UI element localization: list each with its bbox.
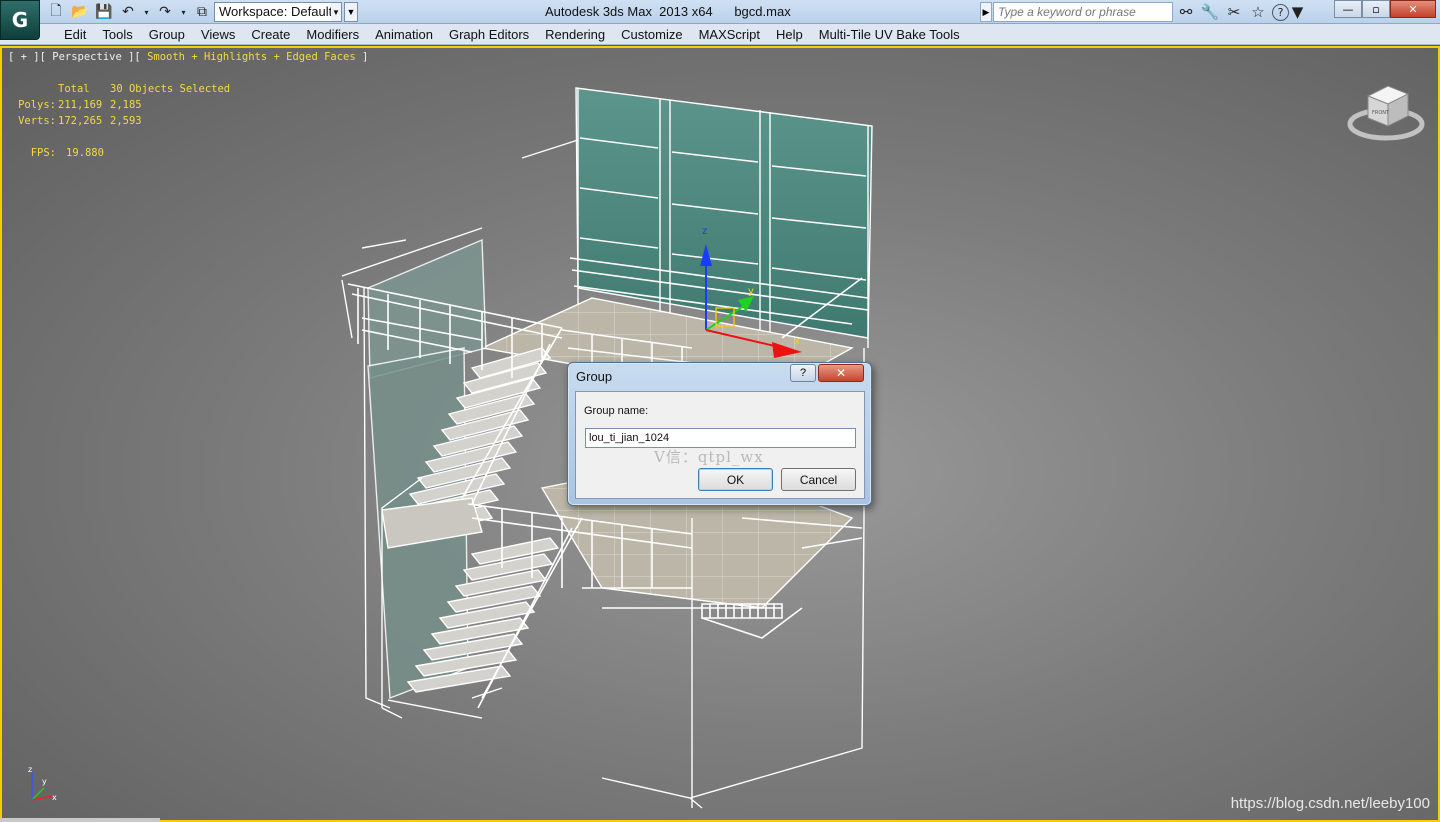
viewport-label-suffix: ] <box>355 51 369 63</box>
axis-z-label: z <box>28 765 32 774</box>
communication-icon[interactable]: ✂ <box>1224 2 1244 22</box>
dialog-help-button[interactable]: ? <box>790 364 816 382</box>
application-button[interactable]: G <box>0 0 40 40</box>
gizmo-z-label: z <box>702 226 707 237</box>
window-controls: — ▫ ✕ <box>1334 0 1436 18</box>
group-dialog: Group ? ✕ Group name: V信：qtpl_wx OK Canc… <box>567 362 872 506</box>
menu-animation[interactable]: Animation <box>367 27 441 42</box>
binoculars-icon[interactable]: ⚯ <box>1176 2 1196 22</box>
axis-tripod-icon: z y x <box>28 765 57 802</box>
dialog-body: Group name: V信：qtpl_wx OK Cancel <box>575 391 865 499</box>
title-bar: 🗋 📂 💾 ↶ ▾ ↷ ▾ ⧉ Workspace: Default ▼ ▼ A… <box>0 0 1440 24</box>
gizmo-x-label: x <box>794 336 800 347</box>
watermark-url: https://blog.csdn.net/leeby100 <box>1230 795 1430 812</box>
menu-views[interactable]: Views <box>193 27 243 42</box>
viewport-label-prefix[interactable]: [ + ][ Perspective ][ <box>8 51 147 63</box>
group-name-input[interactable] <box>585 428 856 448</box>
app-logo-icon: G <box>11 8 29 32</box>
stats-selected-header: 30 Objects Selected <box>110 83 231 95</box>
viewcube-face-label: FRONT <box>1372 110 1390 116</box>
stats-polys-total: 211,169 <box>58 99 103 111</box>
menu-rendering[interactable]: Rendering <box>537 27 613 42</box>
status-strip <box>0 818 160 822</box>
customize-qat-dropdown-icon[interactable]: ▼ <box>344 2 358 22</box>
menu-edit[interactable]: Edit <box>56 27 94 42</box>
gizmo-y-label: y <box>748 286 754 297</box>
favorites-icon[interactable]: ☆ <box>1248 2 1268 22</box>
quick-access-toolbar: 🗋 📂 💾 ↶ ▾ ↷ ▾ ⧉ <box>46 2 212 22</box>
dialog-title: Group <box>576 369 613 384</box>
search-expand-icon[interactable]: ▶ <box>980 2 992 22</box>
new-file-icon[interactable]: 🗋 <box>46 2 66 22</box>
undo-icon[interactable]: ↶ <box>118 2 138 22</box>
search-input[interactable]: Type a keyword or phrase <box>993 2 1173 22</box>
axis-y-label: y <box>42 777 47 786</box>
chevron-down-icon: ▼ <box>331 3 341 21</box>
close-button[interactable]: ✕ <box>1390 0 1436 18</box>
menu-graph-editors[interactable]: Graph Editors <box>441 27 537 42</box>
stats-fps-label: FPS: <box>30 147 56 159</box>
app-title: Autodesk 3ds Max 2013 x64 bgcd.max <box>545 4 791 19</box>
ok-button[interactable]: OK <box>698 468 773 491</box>
redo-dropdown-icon[interactable]: ▾ <box>179 2 188 22</box>
menu-customize[interactable]: Customize <box>613 27 690 42</box>
workspace-select[interactable]: Workspace: Default ▼ <box>214 2 342 22</box>
group-name-label: Group name: <box>584 405 649 417</box>
save-icon[interactable]: 💾 <box>94 2 114 22</box>
project-folder-icon[interactable]: ⧉ <box>192 2 212 22</box>
menu-modifiers[interactable]: Modifiers <box>298 27 367 42</box>
stats-total-header: Total <box>58 83 90 95</box>
minimize-button[interactable]: — <box>1334 0 1362 18</box>
stats-verts-total: 172,265 <box>58 115 103 127</box>
menu-maxscript[interactable]: MAXScript <box>691 27 768 42</box>
stats-polys-selected: 2,185 <box>110 99 142 111</box>
glass-wall <box>575 87 873 339</box>
menu-help[interactable]: Help <box>768 27 811 42</box>
viewport-statistics: Total 30 Objects Selected Polys: 211,169 2,… <box>16 81 230 161</box>
workspace-label: Workspace: Default <box>219 4 333 19</box>
menu-multi-tile-uv-bake-tools[interactable]: Multi-Tile UV Bake Tools <box>811 27 968 42</box>
stats-verts-selected: 2,593 <box>110 115 142 127</box>
overlay-watermark-text: V信：qtpl_wx <box>654 448 764 466</box>
undo-dropdown-icon[interactable]: ▾ <box>142 2 151 22</box>
menu-bar: Edit Tools Group Views Create Modifiers … <box>0 24 1440 45</box>
menu-create[interactable]: Create <box>243 27 298 42</box>
redo-icon[interactable]: ↷ <box>155 2 175 22</box>
menu-tools[interactable]: Tools <box>94 27 140 42</box>
menu-group[interactable]: Group <box>141 27 193 42</box>
viewport-shading-label[interactable]: Smooth + Highlights + Edged Faces <box>147 51 356 63</box>
help-dropdown-icon[interactable]: ▼ <box>1292 2 1304 22</box>
cancel-button[interactable]: Cancel <box>781 468 856 491</box>
info-center-tools: ⚯ 🔧 ✂ ☆ ? ▼ <box>1176 2 1304 22</box>
viewcube-icon[interactable]: FRONT <box>1346 78 1426 142</box>
maximize-button[interactable]: ▫ <box>1362 0 1390 18</box>
stats-fps-value: 19.880 <box>66 147 104 159</box>
help-icon[interactable]: ? <box>1272 3 1289 21</box>
axis-x-label: x <box>52 793 57 802</box>
subscription-icon[interactable]: 🔧 <box>1200 2 1220 22</box>
open-file-icon[interactable]: 📂 <box>70 2 90 22</box>
stats-polys-label: Polys: <box>18 99 56 111</box>
dialog-close-button[interactable]: ✕ <box>818 364 864 382</box>
viewport-label-menu[interactable]: [ + ][ Perspective ][ Smooth + Highlight… <box>8 51 368 63</box>
stats-verts-label: Verts: <box>18 115 56 127</box>
